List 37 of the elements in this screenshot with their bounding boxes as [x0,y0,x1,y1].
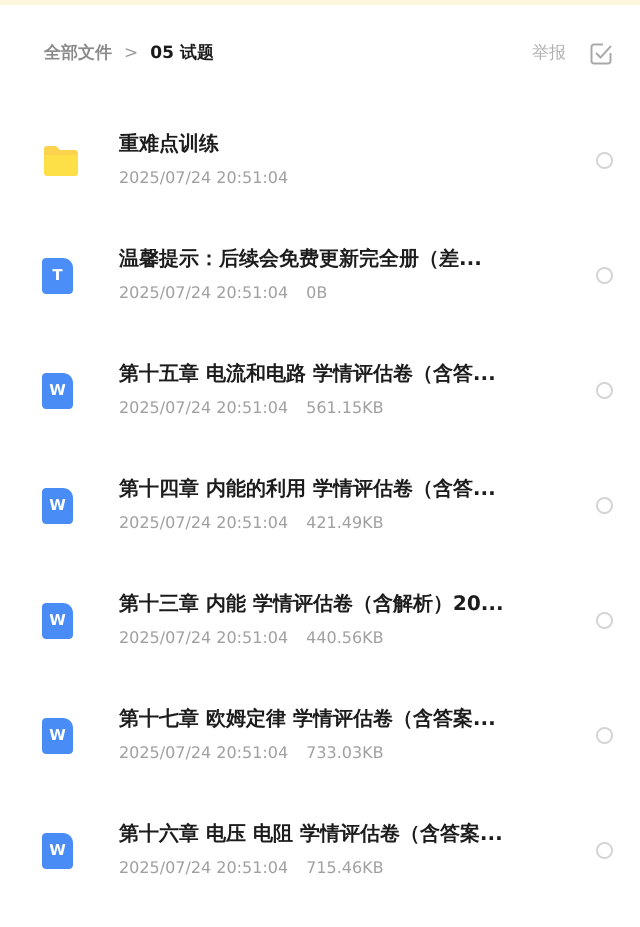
breadcrumb-item[interactable]: 05 试题 [150,41,214,67]
file-size: 733.03KB [306,742,384,764]
file-date: 2025/07/24 20:51:04 [119,857,288,879]
file-size: 0B [306,282,328,304]
multi-select-icon[interactable] [590,43,612,65]
file-size: 715.46KB [306,857,384,879]
file-date: 2025/07/24 20:51:04 [119,742,288,764]
file-name[interactable]: 第十三章 内能 学情评估卷（含解析）20... [119,591,596,616]
file-date: 2025/07/24 20:51:04 [119,627,288,649]
file-name[interactable]: 重难点训练 [119,131,596,156]
file-name[interactable]: 温馨提示：后续会免费更新完全册（差... [119,246,596,271]
text-file-icon: T [42,258,73,294]
file-date: 2025/07/24 20:51:04 [119,397,288,419]
select-radio[interactable] [596,842,613,859]
file-name[interactable]: 第十五章 电流和电路 学情评估卷（含答... [119,361,596,386]
select-radio[interactable] [596,382,613,399]
breadcrumb-separator: > [124,42,138,66]
document-icon: W [42,718,73,754]
file-date: 2025/07/24 20:51:04 [119,167,288,189]
file-name[interactable]: 第十七章 欧姆定律 学情评估卷（含答案... [119,706,596,731]
select-radio[interactable] [596,152,613,169]
document-icon: W [42,488,73,524]
document-icon: W [42,602,73,638]
file-size: 561.15KB [306,397,384,419]
select-radio[interactable] [596,612,613,629]
file-name[interactable]: 第十四章 内能的利用 学情评估卷（含答... [119,476,596,501]
file-date: 2025/07/24 20:51:04 [119,512,288,534]
select-radio[interactable] [596,497,613,514]
file-date: 2025/07/24 20:51:04 [119,282,288,304]
file-size: 421.49KB [306,512,384,534]
select-radio[interactable] [596,727,613,744]
select-radio[interactable] [596,267,613,284]
folder-icon [42,144,80,176]
file-size: 440.56KB [306,627,384,649]
document-icon: W [42,832,73,868]
document-icon: W [42,372,73,408]
file-name[interactable]: 第十六章 电压 电阻 学情评估卷（含答案... [119,821,596,846]
